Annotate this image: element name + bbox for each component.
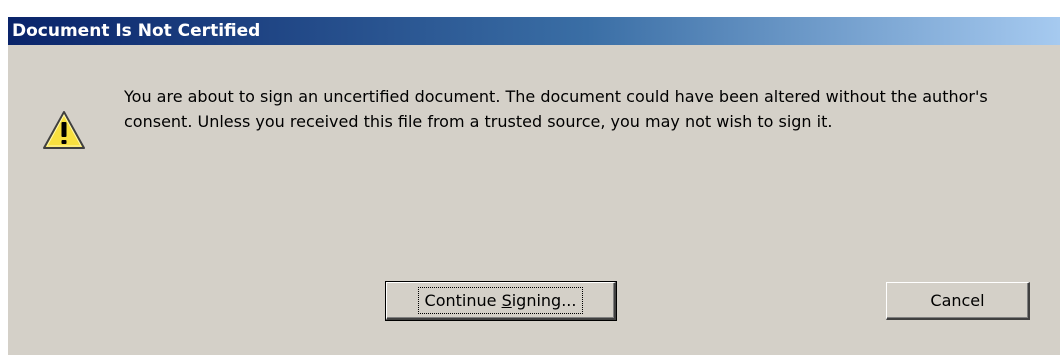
continue-signing-button[interactable]: Continue Signing... bbox=[385, 281, 617, 321]
window-frame-top bbox=[0, 0, 1060, 17]
dialog-title: Document Is Not Certified bbox=[8, 17, 1060, 45]
window-frame-left bbox=[0, 0, 8, 355]
continue-signing-label: Continue Signing... bbox=[417, 287, 584, 314]
warning-icon bbox=[43, 111, 85, 149]
cancel-button[interactable]: Cancel bbox=[886, 282, 1030, 320]
dialog-message: You are about to sign an uncertified doc… bbox=[124, 87, 988, 131]
